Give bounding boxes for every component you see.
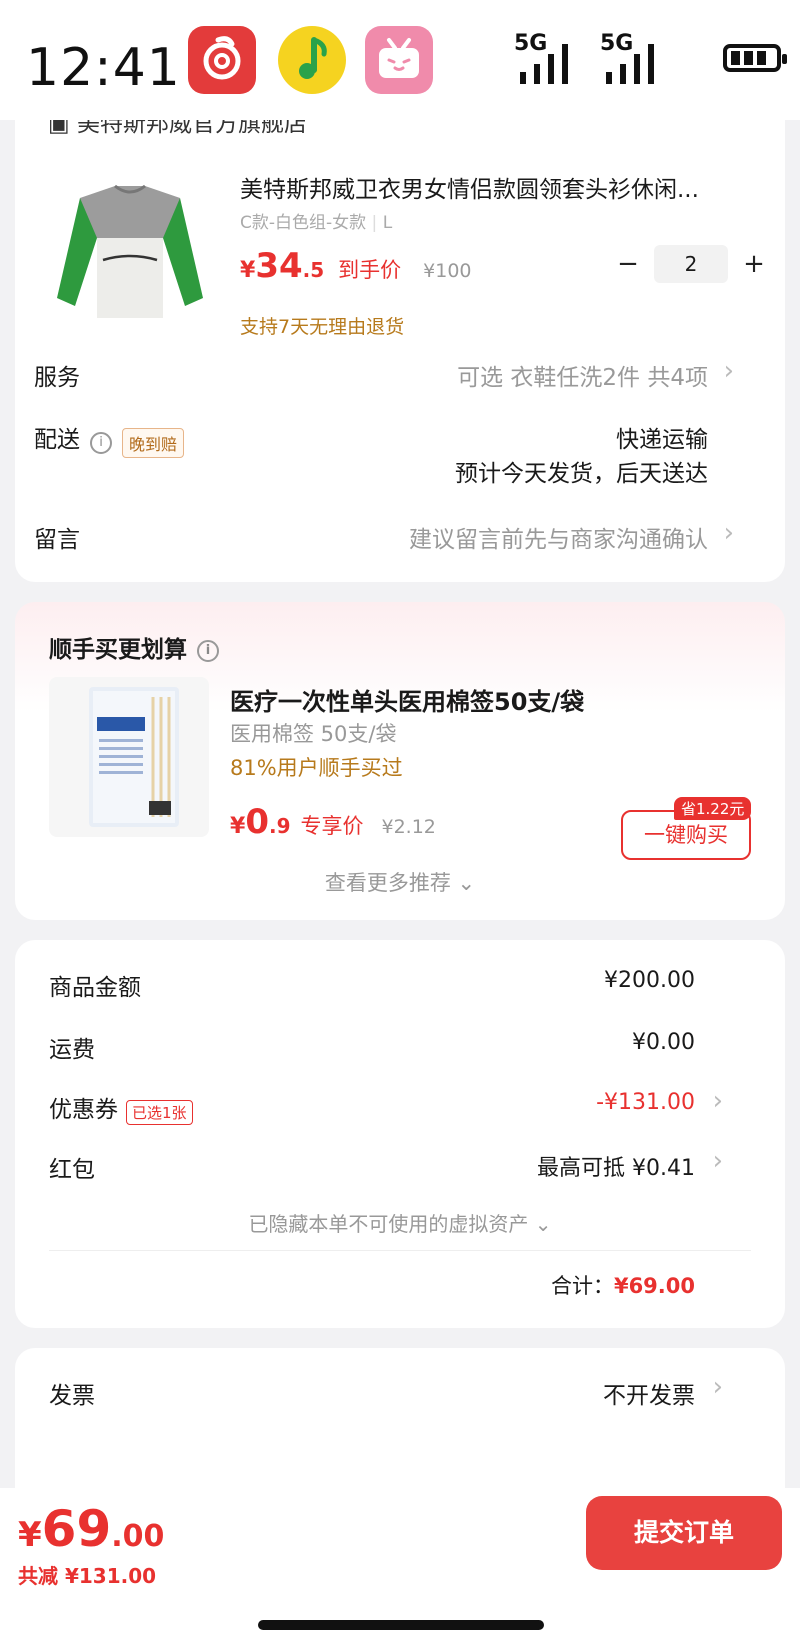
battery-icon [723,44,787,72]
price-tag: 到手价 [338,258,402,282]
message-label: 留言 [34,527,80,553]
chevron-right-icon: › [712,1372,723,1402]
late-compensation-badge: 晚到赔 [122,427,185,458]
product-spec-variant: C款-白色组-女款 [240,213,367,233]
info-icon[interactable]: i [90,431,112,454]
invoice-label: 发票 [49,1383,95,1409]
price-decimal: .5 [302,258,325,282]
invoice-value: 不开发票 [603,1383,695,1409]
save-amount-badge: 省1.22元 [674,797,752,820]
info-icon[interactable]: i [197,639,219,662]
delivery-eta: 预计今天发货，后天送达 [455,461,708,487]
signal-5g-icon: 5G [514,31,568,84]
bilibili-icon [365,26,433,94]
product-price: ¥34.5 到手价 ¥100 [240,246,472,286]
status-time: 12:41 [26,38,181,98]
message-row[interactable]: 留言 建议留言前先与商家沟通确认 › [34,518,766,560]
payable-decimal: .00 [111,1519,165,1554]
recommend-title-text: 顺手买更划算 [49,637,187,663]
coupon-selected-badge: 已选1张 [126,1100,193,1125]
red-packet-value: 最高可抵 ¥0.41 [537,1156,695,1181]
product-spec[interactable]: C款-白色组-女款 | L [240,208,392,233]
price-integer: 34 [255,246,303,286]
total-label: 合计： [550,1274,614,1298]
price-decimal: .9 [268,814,291,838]
product-thumbnail[interactable] [45,168,215,338]
coupon-label: 优惠券 [49,1097,118,1123]
sweatshirt-image [57,184,203,318]
original-price: ¥100 [423,260,472,282]
delivery-row: 配送 i 晚到赔 快递运输 预计今天发货，后天送达 [34,420,766,490]
red-packet-row[interactable]: 红包 最高可抵 ¥0.41 › [49,1146,751,1184]
chevron-down-icon: ⌄ [534,1212,552,1236]
shipping-row: 运费 ¥0.00 [49,1030,751,1064]
goods-amount-value: ¥200.00 [604,968,695,993]
payable-yen: ¥ [18,1515,42,1555]
chevron-right-icon: › [723,356,734,386]
chevron-right-icon: › [712,1146,723,1176]
delivery-label: 配送 [34,427,80,453]
status-bar: 12:41 5G 5G [0,0,800,120]
recommend-card: 顺手买更划算 i 医疗一次性单头医用棉签50支/袋 医用棉签 50支/袋 81%用… [15,602,785,920]
coupon-value: -¥131.00 [596,1090,695,1115]
increase-button[interactable]: + [736,249,772,279]
service-row[interactable]: 服务 可选 衣鞋任洗2件 共4项 › [34,356,766,398]
total-value: ¥69.00 [613,1274,695,1298]
order-total: 合计：¥69.00 [551,1270,695,1300]
hidden-assets-toggle[interactable]: 已隐藏本单不可使用的虚拟资产 ⌄ [15,1208,785,1237]
recommend-section-title: 顺手买更划算 i [49,630,219,664]
total-savings: 共减 ¥131.00 [18,1564,157,1588]
shipping-label: 运费 [49,1037,95,1063]
chevron-right-icon: › [712,1086,723,1116]
price-yen: ¥ [230,814,246,839]
goods-amount-row: 商品金额 ¥200.00 [49,968,751,1002]
qq-music-icon [278,26,346,94]
service-label: 服务 [34,365,80,391]
product-title[interactable]: 美特斯邦威卫衣男女情侣款圆领套头衫休闲... [240,170,699,204]
netease-music-icon [188,26,256,94]
price-integer: 0 [245,802,269,842]
home-indicator[interactable] [258,1620,544,1630]
signal-label: 5G [514,31,547,56]
checkout-bar: ¥69.00 共减 ¥131.00 提交订单 [0,1488,800,1643]
recommend-product-spec: 医用棉签 50支/袋 [230,722,397,746]
product-spec-size: L [382,213,393,233]
divider [49,1250,751,1251]
hidden-assets-label: 已隐藏本单不可使用的虚拟资产 [248,1212,529,1236]
delivery-method: 快递运输 [616,427,708,453]
order-summary-card: 商品金额 ¥200.00 运费 ¥0.00 优惠券 已选1张 -¥131.00 ›… [15,940,785,1328]
more-recommendations-link[interactable]: 查看更多推荐 ⌄ [15,867,785,897]
payable-integer: 69 [41,1500,112,1558]
shipping-value: ¥0.00 [632,1030,695,1055]
quantity-value[interactable]: 2 [654,245,728,283]
quantity-stepper: − 2 + [610,245,772,283]
signal-5g-icon-2: 5G [600,31,654,84]
chevron-right-icon: › [723,518,734,548]
signal-label: 5G [600,31,633,56]
invoice-card: 发票 不开发票 › [15,1348,785,1508]
goods-amount-label: 商品金额 [49,975,141,1001]
cotton-swab-pack-image [89,687,179,827]
red-packet-label: 红包 [49,1157,95,1183]
spec-divider: | [371,213,383,233]
decrease-button[interactable]: − [610,249,646,279]
submit-order-button[interactable]: 提交订单 [586,1496,782,1570]
message-placeholder: 建议留言前先与商家沟通确认 [409,527,708,553]
original-price: ¥2.12 [381,816,436,838]
recommend-product-title[interactable]: 医疗一次性单头医用棉签50支/袋 [230,682,584,717]
price-tag: 专享价 [300,814,364,838]
payable-amount: ¥69.00 [18,1500,164,1558]
recommend-popularity: 81%用户顺手买过 [230,756,403,780]
service-value: 可选 衣鞋任洗2件 共4项 [457,365,708,391]
recommend-price: ¥0.9 专享价 ¥2.12 [230,802,436,842]
invoice-row[interactable]: 发票 不开发票 › [49,1372,751,1410]
return-policy: 支持7天无理由退货 [240,316,405,338]
chevron-down-icon: ⌄ [457,871,476,895]
recommend-thumbnail[interactable] [49,677,209,837]
price-yen: ¥ [240,258,256,283]
coupon-row[interactable]: 优惠券 已选1张 -¥131.00 › [49,1086,751,1125]
more-recommendations-label: 查看更多推荐 [324,871,451,895]
